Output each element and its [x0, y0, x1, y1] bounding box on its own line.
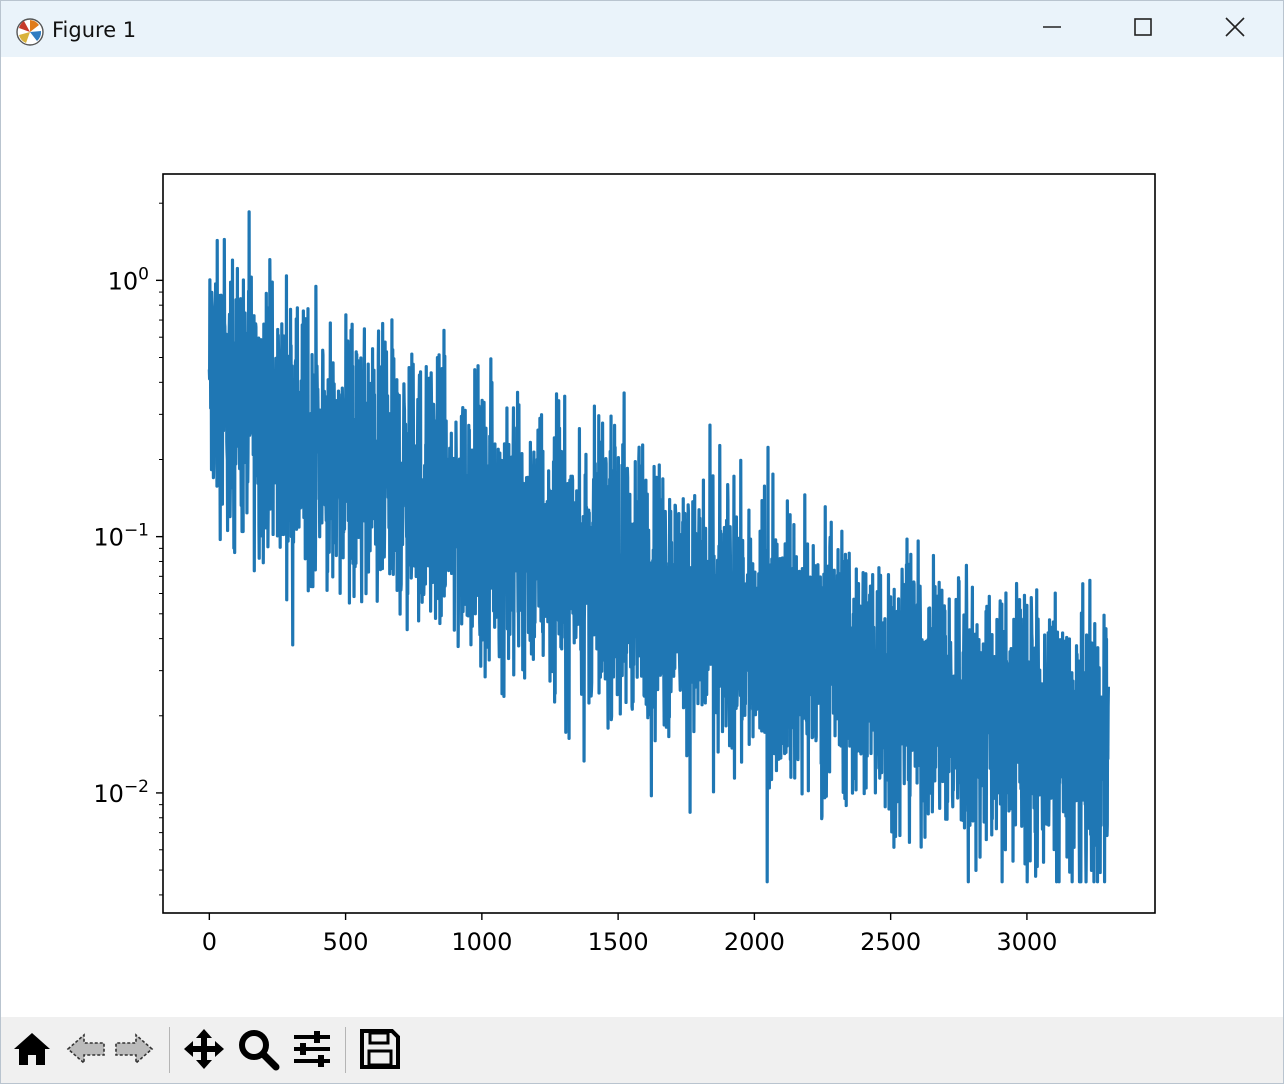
zoom-magnifier-icon — [236, 1027, 280, 1075]
toolbar-separator — [169, 1027, 170, 1073]
window-title: Figure 1 — [52, 18, 137, 42]
forward-button[interactable] — [111, 1027, 157, 1075]
home-button[interactable] — [9, 1027, 55, 1075]
title-bar[interactable]: Figure 1 — [1, 1, 1283, 57]
y-tick-label: 10−1 — [93, 521, 149, 552]
configure-subplots-button[interactable] — [289, 1027, 335, 1075]
minimize-icon — [1039, 14, 1065, 44]
back-arrow-icon — [64, 1027, 108, 1075]
close-icon — [1222, 14, 1248, 44]
back-button[interactable] — [63, 1027, 109, 1075]
pan-move-icon — [182, 1027, 226, 1075]
x-tick-label: 2000 — [724, 928, 785, 956]
chart[interactable]: 0 500 1000 1500 2000 2500 3000 100 10−1 10−2 — [1, 57, 1283, 1017]
matplotlib-icon — [15, 17, 45, 47]
y-tick-label: 10−2 — [93, 777, 149, 808]
toolbar-separator — [345, 1027, 346, 1073]
y-tick-label: 100 — [108, 264, 149, 295]
x-tick-label: 0 — [202, 928, 217, 956]
navigation-toolbar — [1, 1017, 1283, 1083]
close-button[interactable] — [1189, 1, 1281, 57]
minimize-button[interactable] — [1006, 1, 1098, 57]
x-tick-label: 2500 — [860, 928, 921, 956]
figure-canvas[interactable]: 0 500 1000 1500 2000 2500 3000 100 10−1 10−2 — [1, 57, 1283, 1017]
maximize-button[interactable] — [1097, 1, 1189, 57]
x-tick-label: 3000 — [996, 928, 1057, 956]
pan-button[interactable] — [181, 1027, 227, 1075]
forward-arrow-icon — [112, 1027, 156, 1075]
zoom-button[interactable] — [235, 1027, 281, 1075]
home-icon — [10, 1027, 54, 1075]
save-button[interactable] — [357, 1027, 403, 1075]
series-line — [207, 210, 1110, 884]
configure-subplots-icon — [290, 1027, 334, 1075]
maximize-icon — [1130, 14, 1156, 44]
figure-window: Figure 1 0 500 1000 1500 2000 2500 3000 100 10−… — [0, 0, 1284, 1084]
x-tick-label: 500 — [323, 928, 369, 956]
x-tick-label: 1500 — [588, 928, 649, 956]
save-floppy-icon — [358, 1027, 402, 1075]
x-tick-label: 1000 — [451, 928, 512, 956]
